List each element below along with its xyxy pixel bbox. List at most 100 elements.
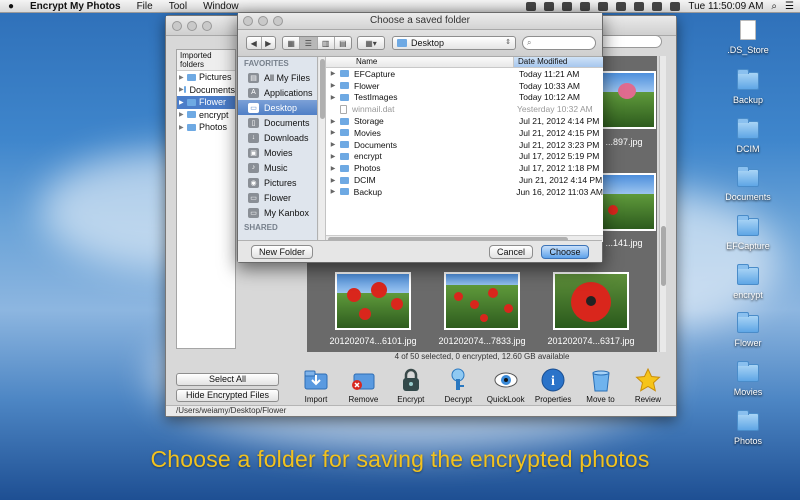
disclosure-icon[interactable]: ▶: [179, 74, 187, 81]
flag-icon[interactable]: [670, 1, 681, 11]
dialog-search-input[interactable]: ⌕: [522, 36, 596, 50]
sidebar-item-movies[interactable]: ▣ Movies: [238, 145, 317, 160]
forward-arrow-icon[interactable]: ▶: [262, 37, 276, 49]
column-view-icon[interactable]: ▥: [318, 37, 335, 49]
back-arrow-icon[interactable]: ◀: [247, 37, 262, 49]
sidebar-item-music[interactable]: ♪ Music: [238, 160, 317, 175]
search-icon[interactable]: ⌕: [771, 1, 777, 12]
tree-item-encrypt[interactable]: ▶ encrypt: [177, 109, 235, 122]
disclosure-icon[interactable]: ▶: [179, 86, 184, 93]
choose-button[interactable]: Choose: [541, 245, 589, 259]
sidebar-item-downloads[interactable]: ↓ Downloads: [238, 130, 317, 145]
photo-thumbnail[interactable]: [335, 272, 411, 330]
disclosure-icon[interactable]: ▶: [326, 129, 340, 136]
file-row[interactable]: ▶ Flower Today 10:33 AM: [326, 80, 603, 92]
menu-window[interactable]: Window: [195, 1, 247, 12]
file-row[interactable]: ▶ Movies Jul 21, 2012 4:15 PM: [326, 127, 603, 139]
file-row[interactable]: ▶ Photos Jul 17, 2012 1:18 PM: [326, 162, 603, 174]
disclosure-icon[interactable]: ▶: [326, 165, 340, 172]
sidebar-item-desktop[interactable]: ▭ Desktop: [238, 100, 317, 115]
lock-status-icon[interactable]: [544, 1, 555, 11]
disclosure-icon[interactable]: ▶: [326, 188, 340, 195]
zoom-button[interactable]: [273, 16, 283, 26]
desktop-icon-encrypt[interactable]: encrypt: [713, 264, 783, 300]
encrypt-button[interactable]: Encrypt: [389, 368, 433, 408]
desktop-icon-photos[interactable]: Photos: [713, 410, 783, 446]
disclosure-icon[interactable]: ▶: [326, 118, 340, 125]
disclosure-icon[interactable]: ▶: [326, 153, 340, 160]
sidebar-item-documents[interactable]: ▯ Documents: [238, 115, 317, 130]
sidebar-scrollbar[interactable]: [319, 57, 326, 242]
coverflow-view-icon[interactable]: ▤: [335, 37, 351, 49]
disclosure-icon[interactable]: ▶: [326, 82, 340, 89]
sidebar-item-my-kanbox[interactable]: ▭ My Kanbox: [238, 205, 317, 220]
sidebar-item-applications[interactable]: A Applications: [238, 85, 317, 100]
disclosure-icon[interactable]: ▶: [326, 70, 340, 77]
minimize-button[interactable]: [187, 21, 197, 31]
properties-button[interactable]: i Properties: [531, 368, 575, 408]
minimize-button[interactable]: [258, 16, 268, 26]
file-row[interactable]: ▶ Backup Jun 16, 2012 11:03 AM: [326, 186, 603, 198]
close-button[interactable]: [243, 16, 253, 26]
file-row[interactable]: ▶ Storage Jul 21, 2012 4:14 PM: [326, 115, 603, 127]
disclosure-icon[interactable]: ▶: [326, 141, 340, 148]
photo-thumbnail[interactable]: [596, 173, 656, 231]
move-to-trash-button[interactable]: Move to trash: [579, 368, 623, 413]
remove-button[interactable]: Remove: [341, 368, 385, 408]
tree-item-pictures[interactable]: ▶ Pictures: [177, 71, 235, 84]
bluetooth-icon[interactable]: [598, 1, 609, 11]
desktop-icon-backup[interactable]: Backup: [713, 69, 783, 105]
tree-item-flower[interactable]: ▶ Flower: [177, 96, 235, 109]
zoom-button[interactable]: [202, 21, 212, 31]
wifi-icon[interactable]: [616, 1, 627, 11]
desktop-icon-flower[interactable]: Flower: [713, 312, 783, 348]
select-all-button[interactable]: Select All: [176, 373, 279, 386]
new-folder-button[interactable]: New Folder: [251, 245, 313, 259]
menu-tool[interactable]: Tool: [161, 1, 195, 12]
icon-view-icon[interactable]: ▦: [283, 37, 301, 49]
disclosure-icon[interactable]: ▶: [326, 94, 340, 101]
app-menu[interactable]: Encrypt My Photos: [22, 1, 129, 12]
sidebar-item-flower[interactable]: ▭ Flower: [238, 190, 317, 205]
photo-thumbnail[interactable]: [444, 272, 520, 330]
disclosure-icon[interactable]: ▶: [179, 124, 187, 131]
column-header-name[interactable]: Name: [326, 57, 514, 67]
display-icon[interactable]: [562, 1, 573, 11]
hide-encrypted-button[interactable]: Hide Encrypted Files: [176, 389, 279, 402]
quicklook-button[interactable]: QuickLook: [484, 368, 528, 408]
close-button[interactable]: [172, 21, 182, 31]
photo-scrollbar[interactable]: [659, 56, 666, 352]
cancel-button[interactable]: Cancel: [489, 245, 533, 259]
dialog-title-bar[interactable]: Choose a saved folder: [238, 13, 602, 30]
tree-item-photos[interactable]: ▶ Photos: [177, 121, 235, 134]
sidebar-item-all-my-files[interactable]: ▤ All My Files: [238, 70, 317, 85]
notification-icon[interactable]: ☰: [785, 1, 794, 12]
disclosure-icon[interactable]: ▶: [179, 99, 187, 106]
desktop-icon-movies[interactable]: Movies: [713, 361, 783, 397]
volume-icon[interactable]: [634, 1, 645, 11]
apple-menu-icon[interactable]: ●: [0, 1, 22, 12]
list-view-icon[interactable]: ☰: [300, 37, 318, 49]
clock[interactable]: Tue 11:50:09 AM: [688, 1, 763, 12]
column-header-date-modified[interactable]: Date Modified: [514, 57, 603, 67]
decrypt-button[interactable]: Decrypt: [436, 368, 480, 408]
battery-icon[interactable]: [652, 1, 663, 11]
location-popup[interactable]: Desktop ⇕: [392, 36, 516, 50]
photo-thumbnail[interactable]: [596, 71, 656, 129]
photo-thumbnail[interactable]: [553, 272, 629, 330]
sidebar-item-pictures[interactable]: ◉ Pictures: [238, 175, 317, 190]
tree-item-documents[interactable]: ▶ Documents: [177, 84, 235, 97]
file-row[interactable]: ▶ DCIM Jun 21, 2012 4:14 PM: [326, 174, 603, 186]
disclosure-icon[interactable]: ▶: [326, 177, 340, 184]
desktop-icon-dcim[interactable]: DCIM: [713, 118, 783, 154]
menu-file[interactable]: File: [129, 1, 161, 12]
desktop-icon-documents[interactable]: Documents: [713, 166, 783, 202]
timemachine-icon[interactable]: [580, 1, 591, 11]
desktop-icon-efcapture[interactable]: EFCapture: [713, 215, 783, 251]
file-row[interactable]: ▶ TestImages Today 10:12 AM: [326, 92, 603, 104]
import-button[interactable]: Import: [294, 368, 338, 408]
arrange-button[interactable]: ▦▾: [357, 36, 385, 50]
review-button[interactable]: Review: [626, 368, 670, 408]
file-row[interactable]: ▶ encrypt Jul 17, 2012 5:19 PM: [326, 151, 603, 163]
disclosure-icon[interactable]: ▶: [179, 111, 187, 118]
